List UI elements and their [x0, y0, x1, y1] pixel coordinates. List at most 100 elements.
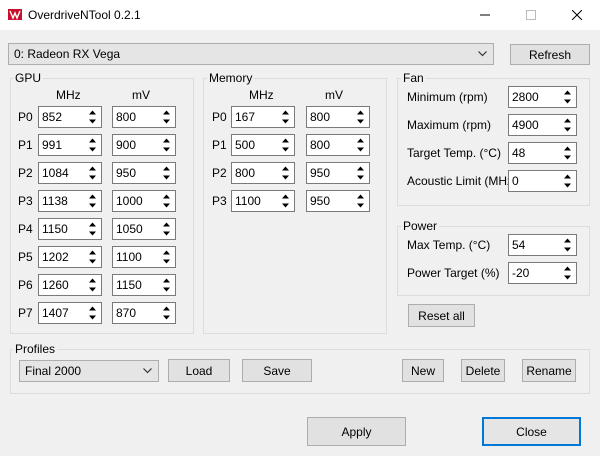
spin-up-button[interactable] — [278, 192, 293, 201]
gpu-mhz-spinner[interactable]: 1407 — [38, 302, 102, 324]
memory-mv-spinner[interactable]: 950 — [306, 162, 370, 184]
gpu-mv-spinner[interactable]: 800 — [112, 106, 176, 128]
memory-mv-spinner[interactable]: 800 — [306, 106, 370, 128]
spin-down-button[interactable] — [159, 257, 174, 266]
spin-down-button[interactable] — [159, 145, 174, 154]
spin-down-button[interactable] — [560, 97, 575, 106]
spin-down-button[interactable] — [278, 201, 293, 210]
spin-up-button[interactable] — [353, 108, 368, 117]
reset-all-button[interactable]: Reset all — [408, 304, 475, 327]
memory-mhz-spinner[interactable]: 1100 — [231, 190, 295, 212]
spin-down-button[interactable] — [159, 285, 174, 294]
gpu-mhz-spinner[interactable]: 991 — [38, 134, 102, 156]
gpu-mhz-spinner[interactable]: 1138 — [38, 190, 102, 212]
spin-up-button[interactable] — [560, 88, 575, 97]
spin-up-button[interactable] — [85, 304, 100, 313]
gpu-mv-spinner[interactable]: 1050 — [112, 218, 176, 240]
spin-down-button[interactable] — [85, 285, 100, 294]
spin-down-button[interactable] — [560, 273, 575, 282]
device-select[interactable]: 0: Radeon RX Vega — [8, 43, 494, 65]
refresh-button[interactable]: Refresh — [510, 44, 590, 65]
spin-up-button[interactable] — [85, 108, 100, 117]
spin-up-button[interactable] — [353, 192, 368, 201]
save-profile-button[interactable]: Save — [242, 359, 312, 382]
gpu-mv-spinner[interactable]: 950 — [112, 162, 176, 184]
spin-down-button[interactable] — [560, 245, 575, 254]
apply-button[interactable]: Apply — [307, 417, 406, 446]
spin-down-button[interactable] — [85, 173, 100, 182]
delete-profile-button[interactable]: Delete — [461, 359, 505, 382]
memory-mhz-spinner[interactable]: 800 — [231, 162, 295, 184]
spin-down-button[interactable] — [159, 313, 174, 322]
power-field-spinner[interactable]: 54 — [508, 234, 577, 256]
profile-select[interactable]: Final 2000 — [19, 360, 159, 382]
gpu-mhz-spinner[interactable]: 1084 — [38, 162, 102, 184]
spin-down-button[interactable] — [353, 201, 368, 210]
spin-down-button[interactable] — [353, 117, 368, 126]
spin-up-button[interactable] — [159, 192, 174, 201]
spin-down-button[interactable] — [159, 117, 174, 126]
spin-down-button[interactable] — [159, 173, 174, 182]
new-profile-button[interactable]: New — [402, 359, 444, 382]
spin-up-button[interactable] — [278, 136, 293, 145]
gpu-mhz-spinner[interactable]: 1150 — [38, 218, 102, 240]
spin-up-button[interactable] — [85, 164, 100, 173]
spin-down-button[interactable] — [85, 313, 100, 322]
spin-down-button[interactable] — [85, 117, 100, 126]
spin-up-button[interactable] — [85, 248, 100, 257]
spin-up-button[interactable] — [278, 108, 293, 117]
spin-down-button[interactable] — [159, 201, 174, 210]
spin-down-button[interactable] — [85, 229, 100, 238]
minimize-button[interactable] — [462, 0, 508, 30]
gpu-mv-spinner[interactable]: 1150 — [112, 274, 176, 296]
spin-up-button[interactable] — [560, 116, 575, 125]
spin-down-button[interactable] — [278, 145, 293, 154]
spin-down-button[interactable] — [85, 145, 100, 154]
spin-up-button[interactable] — [85, 276, 100, 285]
memory-mv-spinner[interactable]: 950 — [306, 190, 370, 212]
gpu-mhz-spinner[interactable]: 852 — [38, 106, 102, 128]
spin-up-button[interactable] — [278, 164, 293, 173]
spin-down-button[interactable] — [560, 153, 575, 162]
gpu-mhz-spinner[interactable]: 1202 — [38, 246, 102, 268]
spin-up-button[interactable] — [159, 164, 174, 173]
memory-mhz-spinner[interactable]: 167 — [231, 106, 295, 128]
gpu-mv-spinner[interactable]: 1000 — [112, 190, 176, 212]
fan-field-spinner[interactable]: 48 — [508, 142, 577, 164]
spin-down-button[interactable] — [278, 173, 293, 182]
memory-mv-spinner[interactable]: 800 — [306, 134, 370, 156]
gpu-mv-spinner[interactable]: 900 — [112, 134, 176, 156]
gpu-mv-spinner[interactable]: 1100 — [112, 246, 176, 268]
spin-down-button[interactable] — [159, 229, 174, 238]
spin-up-button[interactable] — [560, 236, 575, 245]
gpu-mv-spinner[interactable]: 870 — [112, 302, 176, 324]
close-button[interactable]: Close — [482, 417, 581, 446]
gpu-mhz-spinner[interactable]: 1260 — [38, 274, 102, 296]
load-profile-button[interactable]: Load — [168, 359, 230, 382]
fan-field-spinner[interactable]: 0 — [508, 170, 577, 192]
spin-up-button[interactable] — [159, 136, 174, 145]
fan-field-spinner[interactable]: 2800 — [508, 86, 577, 108]
spin-up-button[interactable] — [159, 220, 174, 229]
close-window-button[interactable] — [554, 0, 600, 30]
spin-up-button[interactable] — [353, 136, 368, 145]
spin-up-button[interactable] — [85, 192, 100, 201]
spin-up-button[interactable] — [85, 220, 100, 229]
spin-up-button[interactable] — [560, 144, 575, 153]
spin-up-button[interactable] — [560, 172, 575, 181]
spin-up-button[interactable] — [159, 248, 174, 257]
power-field-spinner[interactable]: -20 — [508, 262, 577, 284]
spin-up-button[interactable] — [159, 108, 174, 117]
spin-up-button[interactable] — [159, 304, 174, 313]
spin-down-button[interactable] — [85, 257, 100, 266]
spin-up-button[interactable] — [85, 136, 100, 145]
spin-up-button[interactable] — [353, 164, 368, 173]
spin-down-button[interactable] — [278, 117, 293, 126]
spin-down-button[interactable] — [85, 201, 100, 210]
spin-up-button[interactable] — [560, 264, 575, 273]
fan-field-spinner[interactable]: 4900 — [508, 114, 577, 136]
spin-down-button[interactable] — [353, 173, 368, 182]
spin-down-button[interactable] — [560, 125, 575, 134]
memory-mhz-spinner[interactable]: 500 — [231, 134, 295, 156]
rename-profile-button[interactable]: Rename — [522, 359, 576, 382]
